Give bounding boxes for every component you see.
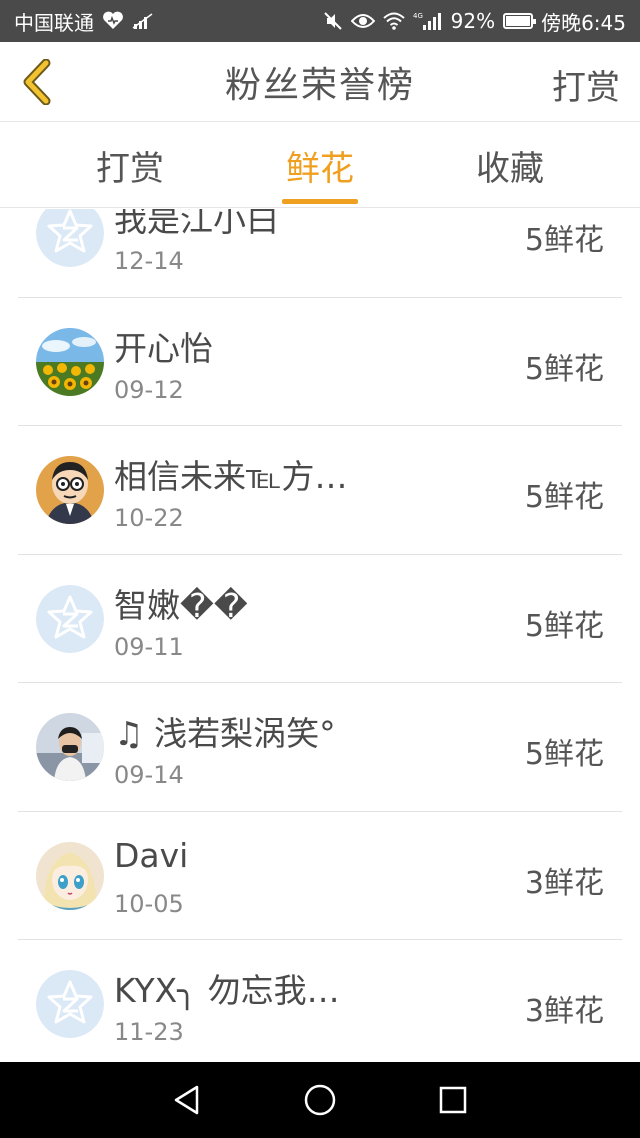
svg-text:4G: 4G <box>413 12 423 20</box>
reward-button[interactable]: 打赏 <box>552 60 620 109</box>
battery-icon <box>503 13 537 29</box>
back-button[interactable] <box>14 58 58 106</box>
tab-reward[interactable]: 打赏 <box>50 122 210 208</box>
list-item[interactable]: Davi 10-05 3鲜花 <box>18 812 622 940</box>
flower-amount: 5鲜花 <box>524 608 604 644</box>
list-item[interactable]: KYX╮ 勿忘我… 11-23 3鲜花 <box>18 940 622 1061</box>
tab-bar: 打赏 鲜花 收藏 <box>0 122 640 208</box>
avatar[interactable] <box>36 327 104 396</box>
clock: 傍晚6:45 <box>541 10 626 35</box>
avatar[interactable] <box>36 841 104 910</box>
list-item[interactable]: 智嫩�� 09-11 5鲜花 <box>18 555 622 683</box>
list-item[interactable]: ♫ 浅若梨涡笑° 09-14 5鲜花 <box>18 683 622 812</box>
triangle-back-icon <box>174 1085 198 1115</box>
list-item[interactable]: 我是江小白 12-14 5鲜花 <box>18 209 622 298</box>
avatar[interactable] <box>36 209 104 267</box>
tab-flowers[interactable]: 鲜花 <box>240 122 400 208</box>
flower-amount: 5鲜花 <box>524 737 604 772</box>
signal-strike-icon <box>132 12 154 30</box>
gift-date: 12-14 <box>114 247 184 275</box>
flower-amount: 5鲜花 <box>524 351 604 387</box>
user-name: 智嫩�� <box>114 585 248 625</box>
avatar[interactable] <box>36 713 104 781</box>
heart-icon <box>102 11 124 31</box>
page-title: 粉丝荣誉榜 <box>224 64 415 106</box>
circle-home-icon <box>304 1084 336 1116</box>
gift-date: 10-22 <box>114 504 184 532</box>
user-name: Davi <box>114 835 189 875</box>
avatar[interactable] <box>36 584 104 653</box>
avatar[interactable] <box>36 970 104 1038</box>
user-name: 开心怡 <box>114 328 213 368</box>
gift-date: 09-14 <box>114 761 184 789</box>
list-item[interactable]: 相信未来℡方… 10-22 5鲜花 <box>18 426 622 555</box>
mute-icon <box>323 11 343 31</box>
avatar[interactable] <box>36 456 104 524</box>
square-recents-icon <box>440 1086 467 1114</box>
wifi-icon <box>382 12 405 30</box>
chevron-left-icon <box>23 59 51 105</box>
list-item[interactable]: 开心怡 09-12 5鲜花 <box>18 298 622 426</box>
nav-back-button[interactable] <box>157 1070 217 1130</box>
tab-favorites[interactable]: 收藏 <box>430 122 590 208</box>
user-name: ♫ 浅若梨涡笑° <box>114 714 336 753</box>
flower-amount: 5鲜花 <box>524 223 604 258</box>
flower-amount: 3鲜花 <box>524 865 604 901</box>
header-bar: 粉丝荣誉榜 打赏 <box>0 42 640 122</box>
battery-percent: 92% <box>450 9 496 33</box>
flower-amount: 3鲜花 <box>524 994 604 1029</box>
system-nav-bar <box>0 1062 640 1138</box>
user-name: KYX╮ 勿忘我… <box>114 971 340 1010</box>
active-tab-indicator <box>282 199 358 204</box>
flower-amount: 5鲜花 <box>524 480 604 515</box>
nav-home-button[interactable] <box>290 1070 350 1130</box>
nav-recents-button[interactable] <box>423 1070 483 1130</box>
user-name: 相信未来℡方… <box>114 457 348 496</box>
status-bar: 中国联通 4G 92% 傍晚6:45 <box>0 0 640 42</box>
cellular-signal-icon: 4G <box>413 11 443 31</box>
gift-date: 09-12 <box>114 375 184 404</box>
fan-list[interactable]: 我是江小白 12-14 5鲜花 开心怡 09-12 5鲜花 相信未来℡方… 10-22 5鲜花智… <box>0 209 640 1061</box>
gift-date: 09-11 <box>114 632 184 661</box>
carrier-label: 中国联通 <box>14 10 94 35</box>
tab-flowers-label: 鲜花 <box>286 148 354 189</box>
gift-date: 11-23 <box>114 1018 184 1046</box>
eye-icon <box>350 12 375 30</box>
user-name: 我是江小白 <box>114 209 279 239</box>
gift-date: 10-05 <box>114 889 184 918</box>
